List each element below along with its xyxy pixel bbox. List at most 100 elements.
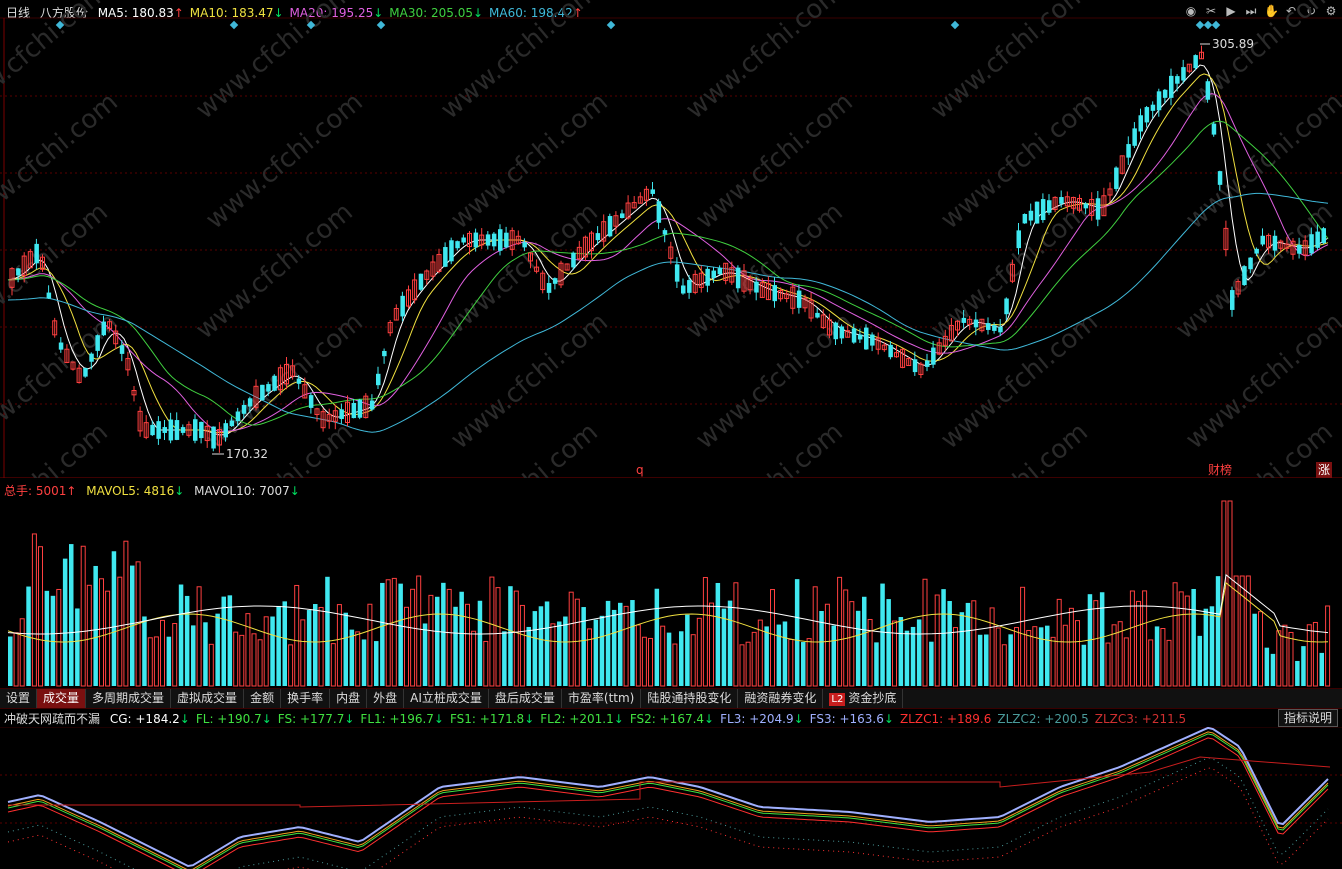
- tab-9[interactable]: 盘后成交量: [489, 689, 562, 708]
- volume-bar: [19, 618, 25, 687]
- volume-bar: [874, 642, 879, 686]
- volume-bar: [435, 596, 440, 686]
- tab-3[interactable]: 虚拟成交量: [171, 689, 245, 708]
- low-price-label: 170.32: [226, 447, 268, 461]
- volume-bar: [862, 596, 867, 686]
- indicator-chart[interactable]: [0, 727, 1342, 869]
- volume-bar: [1306, 624, 1312, 687]
- tab-8[interactable]: AI立桩成交量: [404, 689, 489, 708]
- tab-4[interactable]: 金额: [244, 689, 282, 708]
- volume-bar: [153, 636, 159, 687]
- tab-label: 陆股通持股变化: [647, 691, 732, 705]
- candle-body: [864, 327, 869, 350]
- tab-label: 内盘: [336, 691, 361, 705]
- tab-0[interactable]: 设置: [0, 689, 38, 708]
- candle-body: [156, 421, 161, 439]
- volume-bar: [367, 603, 373, 687]
- tab-2[interactable]: 多周期成交量: [86, 689, 172, 708]
- candle-body: [687, 280, 692, 293]
- volume-bar: [824, 603, 830, 687]
- candle-body: [101, 321, 106, 336]
- indicator-value-5: FL2: +201.1↓: [540, 712, 624, 726]
- candle-body: [961, 317, 967, 323]
- tab-13[interactable]: L2 资金抄底: [823, 689, 904, 708]
- l2-badge: L2: [829, 693, 846, 706]
- candle-body: [772, 285, 777, 302]
- volume-bar: [1258, 611, 1263, 687]
- volume-bar: [233, 631, 239, 687]
- tab-12[interactable]: 融资融券变化: [738, 689, 824, 708]
- high-price-label: 305.89: [1212, 37, 1254, 51]
- candle-body: [912, 359, 918, 373]
- volume-bar: [1081, 644, 1087, 686]
- event-diamond-icon[interactable]: [229, 20, 239, 30]
- volume-bar: [86, 584, 92, 687]
- volume-bar: [446, 588, 452, 687]
- volume-bar: [995, 627, 1001, 687]
- mavol10: MAVOL10: 7007: [194, 484, 290, 498]
- candle-body: [681, 285, 686, 294]
- candle-body: [1211, 123, 1217, 135]
- volume-bar: [1227, 500, 1233, 687]
- event-diamond-icon[interactable]: [1195, 20, 1205, 30]
- marker-q[interactable]: q: [636, 463, 644, 477]
- volume-bar: [453, 606, 458, 686]
- indicator-values: CG: +184.2↓ FL: +190.7↓ FS: +177.7↓ FL1: +1…: [110, 712, 1192, 726]
- candle-body: [1193, 55, 1198, 69]
- volume-bar: [745, 641, 751, 687]
- price-chart[interactable]: www.cfchi.com www.cfchi.com www.cfchi.com w…: [0, 0, 1342, 478]
- event-diamond-icon[interactable]: [950, 20, 960, 30]
- indicator-name[interactable]: 冲破天网疏而不漏: [4, 712, 100, 726]
- volume-bar: [574, 598, 580, 687]
- volume-bar: [123, 540, 129, 687]
- volume-bar: [1032, 626, 1038, 687]
- volume-bar: [1288, 631, 1294, 687]
- candle-body: [418, 273, 424, 290]
- event-diamond-icon[interactable]: [606, 20, 616, 30]
- tab-1[interactable]: 成交量: [37, 689, 87, 708]
- volume-chart[interactable]: [0, 498, 1342, 688]
- candle-body: [992, 325, 997, 331]
- volume-bar: [1056, 598, 1062, 687]
- indicator-value-1: FL: +190.7↓: [195, 712, 272, 726]
- candle-body: [839, 326, 845, 339]
- volume-bar: [1319, 652, 1324, 686]
- candle-body: [870, 334, 875, 346]
- indicator-header: 冲破天网疏而不漏 CG: +184.2↓ FL: +190.7↓ FS: +177.…: [4, 710, 1342, 727]
- candle-body: [1034, 201, 1040, 224]
- event-diamond-icon[interactable]: [376, 20, 386, 30]
- volume-bar: [1166, 639, 1172, 687]
- tab-7[interactable]: 外盘: [367, 689, 405, 708]
- volume-bar: [519, 604, 525, 687]
- volume-bar: [1148, 639, 1154, 687]
- volume-bar: [471, 630, 477, 687]
- volume-bar: [1239, 575, 1245, 687]
- volume-bar: [568, 591, 574, 687]
- candle-body: [986, 323, 991, 330]
- tab-10[interactable]: 市盈率(ttm): [562, 689, 642, 708]
- volume-bar: [1154, 626, 1160, 686]
- tab-label: 换手率: [287, 691, 324, 705]
- marker-report[interactable]: 财榜: [1208, 462, 1232, 477]
- indicator-explain-button[interactable]: 指标说明: [1277, 709, 1338, 727]
- marker-rise[interactable]: 涨: [1318, 462, 1330, 477]
- volume-bar: [696, 617, 702, 687]
- volume-bar: [1038, 627, 1044, 686]
- candle-body: [504, 232, 509, 248]
- candle-body: [473, 232, 479, 248]
- volume-bar: [721, 608, 727, 686]
- event-diamond-icon[interactable]: [1203, 20, 1213, 30]
- candle-body: [1242, 266, 1247, 286]
- tab-11[interactable]: 陆股通持股变化: [641, 689, 739, 708]
- volume-bar: [1264, 647, 1270, 686]
- tab-5[interactable]: 换手率: [281, 689, 331, 708]
- tab-6[interactable]: 内盘: [330, 689, 368, 708]
- mavol5: MAVOL5: 4816: [86, 484, 175, 498]
- candle-body: [58, 342, 64, 350]
- volume-bar: [80, 545, 86, 687]
- event-diamond-icon[interactable]: [1211, 20, 1221, 30]
- volume-bar: [532, 611, 538, 686]
- candle-body: [461, 237, 466, 243]
- indicator-value-8: FS3: +163.6↓: [809, 712, 894, 726]
- volume-bar: [1178, 591, 1184, 687]
